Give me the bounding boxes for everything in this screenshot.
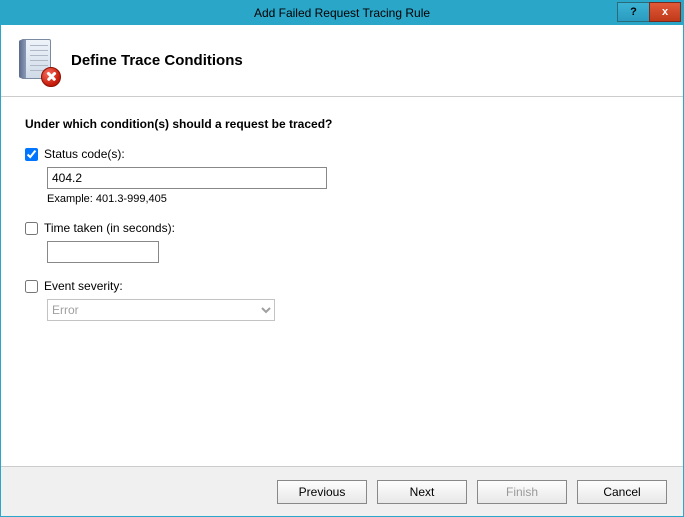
- status-codes-input[interactable]: [47, 167, 327, 189]
- event-severity-sub: Error: [47, 299, 659, 321]
- wizard-header: Define Trace Conditions: [1, 25, 683, 97]
- previous-button[interactable]: Previous: [277, 480, 367, 504]
- event-severity-checkbox[interactable]: [25, 280, 38, 293]
- wizard-footer: Previous Next Finish Cancel: [1, 466, 683, 516]
- prompt-text: Under which condition(s) should a reques…: [25, 117, 659, 131]
- time-taken-input[interactable]: [47, 241, 159, 263]
- dialog-window: Add Failed Request Tracing Rule ? x Defi…: [0, 0, 684, 517]
- event-severity-label: Event severity:: [44, 279, 123, 293]
- close-button[interactable]: x: [649, 2, 681, 22]
- event-severity-row: Event severity:: [25, 279, 659, 293]
- time-taken-sub: [47, 241, 659, 263]
- status-codes-sub: Example: 401.3-999,405: [47, 167, 659, 205]
- time-taken-row: Time taken (in seconds):: [25, 221, 659, 235]
- finish-button[interactable]: Finish: [477, 480, 567, 504]
- status-codes-checkbox[interactable]: [25, 148, 38, 161]
- status-codes-row: Status code(s):: [25, 147, 659, 161]
- page-title: Define Trace Conditions: [71, 52, 243, 69]
- error-badge-icon: [41, 67, 61, 87]
- event-severity-select[interactable]: Error: [47, 299, 275, 321]
- status-codes-label: Status code(s):: [44, 147, 125, 161]
- time-taken-label: Time taken (in seconds):: [44, 221, 175, 235]
- next-button[interactable]: Next: [377, 480, 467, 504]
- notebook-error-icon: [19, 39, 57, 83]
- time-taken-checkbox[interactable]: [25, 222, 38, 235]
- window-title: Add Failed Request Tracing Rule: [1, 1, 683, 25]
- titlebar: Add Failed Request Tracing Rule ? x: [1, 1, 683, 25]
- wizard-content: Under which condition(s) should a reques…: [1, 97, 683, 466]
- help-button[interactable]: ?: [617, 2, 649, 22]
- status-codes-example: Example: 401.3-999,405: [47, 193, 659, 205]
- cancel-button[interactable]: Cancel: [577, 480, 667, 504]
- titlebar-buttons: ? x: [617, 1, 681, 23]
